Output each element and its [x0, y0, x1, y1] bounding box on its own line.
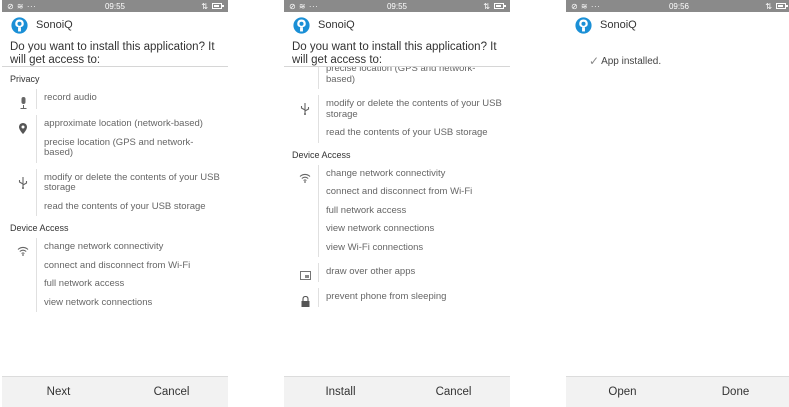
perm-item: view Wi-Fi connections — [326, 241, 424, 253]
button-bar: Open Done — [566, 376, 789, 407]
location-pin-icon — [19, 123, 27, 134]
next-button[interactable]: Next — [2, 377, 115, 407]
permission-list[interactable]: precise location (GPS and network-based)… — [284, 67, 510, 342]
section-title-device-access: Device Access — [10, 223, 69, 233]
overlay-window-icon — [299, 271, 311, 280]
perm-item: record audio — [44, 92, 97, 103]
perm-item: approximate location (network-based) — [44, 118, 203, 129]
button-bar: Next Cancel — [2, 376, 228, 407]
perm-group-network: change network connectivity connect and … — [2, 238, 228, 312]
section-title-device-access: Device Access — [292, 149, 351, 160]
perm-item: modify or delete the contents of your US… — [326, 98, 502, 120]
status-bar: ⊘ ≋ ··· 09:55 ⇅ — [284, 0, 510, 12]
done-button[interactable]: Done — [679, 377, 789, 407]
sonoiq-logo-icon — [11, 17, 28, 34]
usb-icon — [18, 176, 28, 189]
permission-list[interactable]: Privacy record audio approximate locatio… — [2, 67, 228, 370]
section-title-privacy: Privacy — [10, 74, 40, 84]
perm-group-network: change network connectivity connect and … — [284, 164, 510, 257]
wifi-icon — [17, 246, 29, 256]
battery-icon — [494, 3, 506, 9]
phone-screen-permissions-1: ⊘ ≋ ··· 09:55 ⇅ SonoiQ Do you want to in… — [2, 0, 228, 407]
battery-icon — [212, 3, 224, 9]
install-question: Do you want to install this application?… — [2, 35, 228, 67]
open-button[interactable]: Open — [566, 377, 679, 407]
perm-group-overlay: draw over other apps — [284, 263, 510, 282]
cancel-button[interactable]: Cancel — [115, 377, 228, 407]
perm-item: full network access — [44, 278, 125, 289]
app-name: SonoiQ — [318, 19, 355, 31]
perm-item: read the contents of your USB storage — [326, 127, 488, 138]
lock-icon — [301, 295, 309, 307]
perm-item: connect and disconnect from Wi-Fi — [44, 259, 191, 271]
install-status: ✓ App installed. — [566, 35, 789, 68]
sonoiq-logo-icon — [293, 17, 310, 34]
phone-screen-permissions-2: ⊘ ≋ ··· 09:55 ⇅ SonoiQ Do you want to in… — [284, 0, 510, 407]
app-name: SonoiQ — [36, 19, 73, 31]
status-icons: ⊘ ≋ ··· — [289, 1, 319, 11]
sim-icon: ⇅ — [201, 1, 208, 11]
button-bar: Install Cancel — [284, 376, 510, 407]
status-bar: ⊘ ≋ ··· 09:55 ⇅ — [2, 0, 228, 12]
app-name: SonoiQ — [600, 19, 637, 31]
perm-item: precise location (GPS and network-based) — [44, 136, 194, 158]
perm-item: read the contents of your USB storage — [44, 200, 206, 212]
perm-item: precise location (GPS and network-based) — [326, 67, 476, 85]
perm-item: prevent phone from sleeping — [326, 290, 447, 302]
perm-group-microphone: record audio — [2, 89, 228, 109]
app-header: SonoiQ — [284, 15, 510, 35]
phone-screen-installed: ⊘ ≋ ··· 09:56 ⇅ SonoiQ ✓ App installed. … — [566, 0, 789, 407]
perm-group-location: precise location (GPS and network-based) — [284, 67, 510, 89]
app-header: SonoiQ — [566, 15, 789, 35]
perm-item: change network connectivity — [326, 167, 446, 179]
perm-item: view network connections — [44, 296, 153, 308]
status-bar: ⊘ ≋ ··· 09:56 ⇅ — [566, 0, 789, 12]
app-header: SonoiQ — [2, 15, 228, 35]
microphone-icon — [20, 97, 26, 109]
perm-group-usb: modify or delete the contents of your US… — [2, 168, 228, 216]
perm-group-location: approximate location (network-based) pre… — [2, 115, 228, 163]
perm-item: view network connections — [326, 223, 435, 234]
perm-group-usb: modify or delete the contents of your US… — [284, 95, 510, 143]
perm-item: modify or delete the contents of your US… — [44, 171, 220, 193]
sim-icon: ⇅ — [765, 1, 772, 11]
installed-message: App installed. — [601, 55, 662, 67]
perm-item: connect and disconnect from Wi-Fi — [326, 186, 473, 197]
sonoiq-logo-icon — [575, 17, 592, 34]
perm-item: full network access — [326, 204, 407, 216]
perm-item: change network connectivity — [44, 241, 164, 252]
battery-icon — [776, 3, 788, 9]
install-button[interactable]: Install — [284, 377, 397, 407]
cancel-button[interactable]: Cancel — [397, 377, 510, 407]
perm-item: draw over other apps — [326, 266, 416, 277]
status-icons: ⊘ ≋ ··· — [571, 1, 601, 11]
checkmark-icon: ✓ — [589, 54, 600, 68]
install-question: Do you want to install this application?… — [284, 35, 510, 67]
wifi-icon — [299, 173, 311, 183]
perm-group-wakelock: prevent phone from sleeping — [284, 287, 510, 307]
sim-icon: ⇅ — [483, 1, 490, 11]
usb-icon — [300, 103, 310, 115]
status-icons: ⊘ ≋ ··· — [7, 1, 37, 11]
